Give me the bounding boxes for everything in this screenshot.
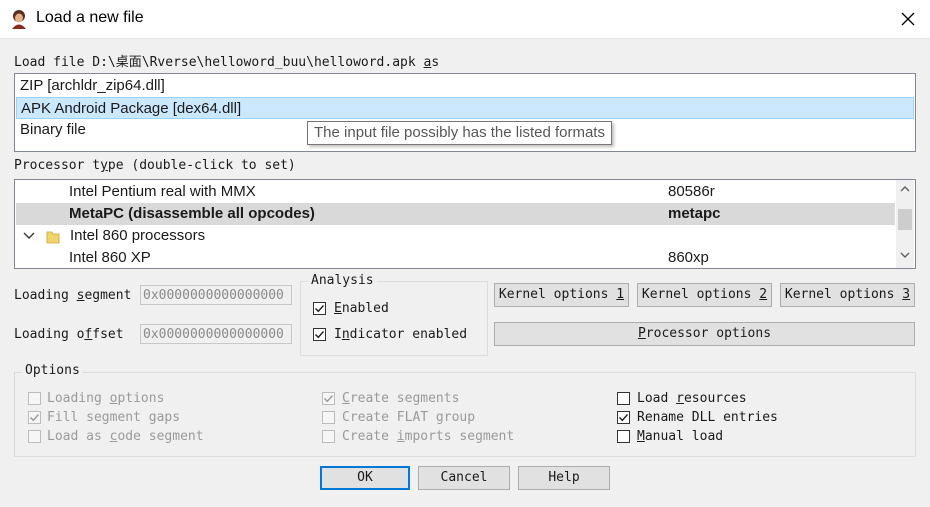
processor-code: metapc [668,205,721,222]
manual-load-label: Manual load [637,429,724,444]
processor-options-button[interactable]: Processor options [494,322,915,346]
load-as-code-segment-label: Load as code segment [47,429,204,444]
create-segments-checkbox[interactable] [322,392,335,405]
format-tooltip: The input file possibly has the listed f… [307,121,612,145]
format-item-apk[interactable]: APK Android Package [dex64.dll] [16,97,914,119]
load-file-label: Load file D:\桌面\Rverse\helloword_buu\hel… [14,51,439,70]
enabled-label: Enabled [334,301,389,316]
processor-group-row[interactable]: Intel 860 processors [16,225,895,247]
processor-type-label: Processor type (double-click to set) [14,158,296,173]
processor-scrollbar[interactable] [896,180,914,268]
format-item-zip[interactable]: ZIP [archldr_zip64.dll] [16,75,914,97]
window-title: Load a new file [36,9,144,26]
app-icon [9,9,29,29]
load-as-code-segment-checkbox[interactable] [28,430,41,443]
loading-offset-label: Loading offset [14,327,124,342]
loading-options-checkbox[interactable] [28,392,41,405]
kernel-options-1-button[interactable]: Kernel options 1 [494,283,629,307]
loading-offset-field[interactable]: 0x0000000000000000 [140,324,292,344]
loading-options-label: Loading options [47,391,165,406]
processor-name: Intel 860 XP [69,249,151,266]
ok-button[interactable]: OK [320,466,410,490]
help-button[interactable]: Help [518,466,610,490]
create-flat-group-label: Create FLAT group [342,410,476,425]
load-file-prefix: Load file [14,55,93,70]
processor-group-name: Intel 860 processors [70,227,206,244]
load-file-path: D:\桌面\Rverse\helloword_buu\helloword.apk [92,55,416,70]
rename-dll-entries-label: Rename DLL entries [637,410,778,425]
create-flat-group-checkbox[interactable] [322,411,335,424]
manual-load-checkbox[interactable] [617,430,630,443]
create-segments-label: Create segments [342,391,460,406]
analysis-group [300,281,488,356]
title-bar: Load a new file [0,0,930,39]
loading-segment-field[interactable]: 0x0000000000000000 [140,285,292,305]
rename-dll-entries-checkbox[interactable] [617,411,630,424]
load-resources-checkbox[interactable] [617,392,630,405]
analysis-title: Analysis [308,273,377,288]
kernel-options-2-button[interactable]: Kernel options 2 [637,283,772,307]
create-imports-segment-checkbox[interactable] [322,430,335,443]
kernel-options-3-button[interactable]: Kernel options 3 [780,283,915,307]
close-icon [901,12,915,26]
load-file-suffix: as [423,55,440,70]
indicator-label: Indicator enabled [334,327,468,342]
load-resources-label: Load resources [637,391,747,406]
processor-name: Intel Pentium real with MMX [69,183,256,200]
processor-code: 860xp [668,249,709,266]
enabled-checkbox[interactable] [313,302,326,315]
fill-segment-gaps-label: Fill segment gaps [47,410,181,425]
close-button[interactable] [886,0,930,38]
cancel-button[interactable]: Cancel [418,466,510,490]
loading-segment-label: Loading segment [14,288,132,303]
processor-name: MetaPC (disassemble all opcodes) [69,205,315,222]
scrollbar-thumb[interactable] [898,209,912,230]
indicator-checkbox[interactable] [313,328,326,341]
options-title: Options [22,363,83,378]
create-imports-segment-label: Create imports segment [342,429,515,444]
processor-row[interactable]: Intel Pentium real with MMX 80586r [16,181,895,203]
chevron-down-icon[interactable] [900,251,910,259]
processor-row-selected[interactable]: MetaPC (disassemble all opcodes) metapc [16,203,895,225]
processor-row[interactable]: Intel 860 XP 860xp [16,247,895,268]
fill-segment-gaps-checkbox[interactable] [28,411,41,424]
chevron-up-icon[interactable] [900,185,910,193]
processor-code: 80586r [668,183,715,200]
processor-list[interactable]: Intel Pentium real with MMX 80586r MetaP… [14,179,916,269]
